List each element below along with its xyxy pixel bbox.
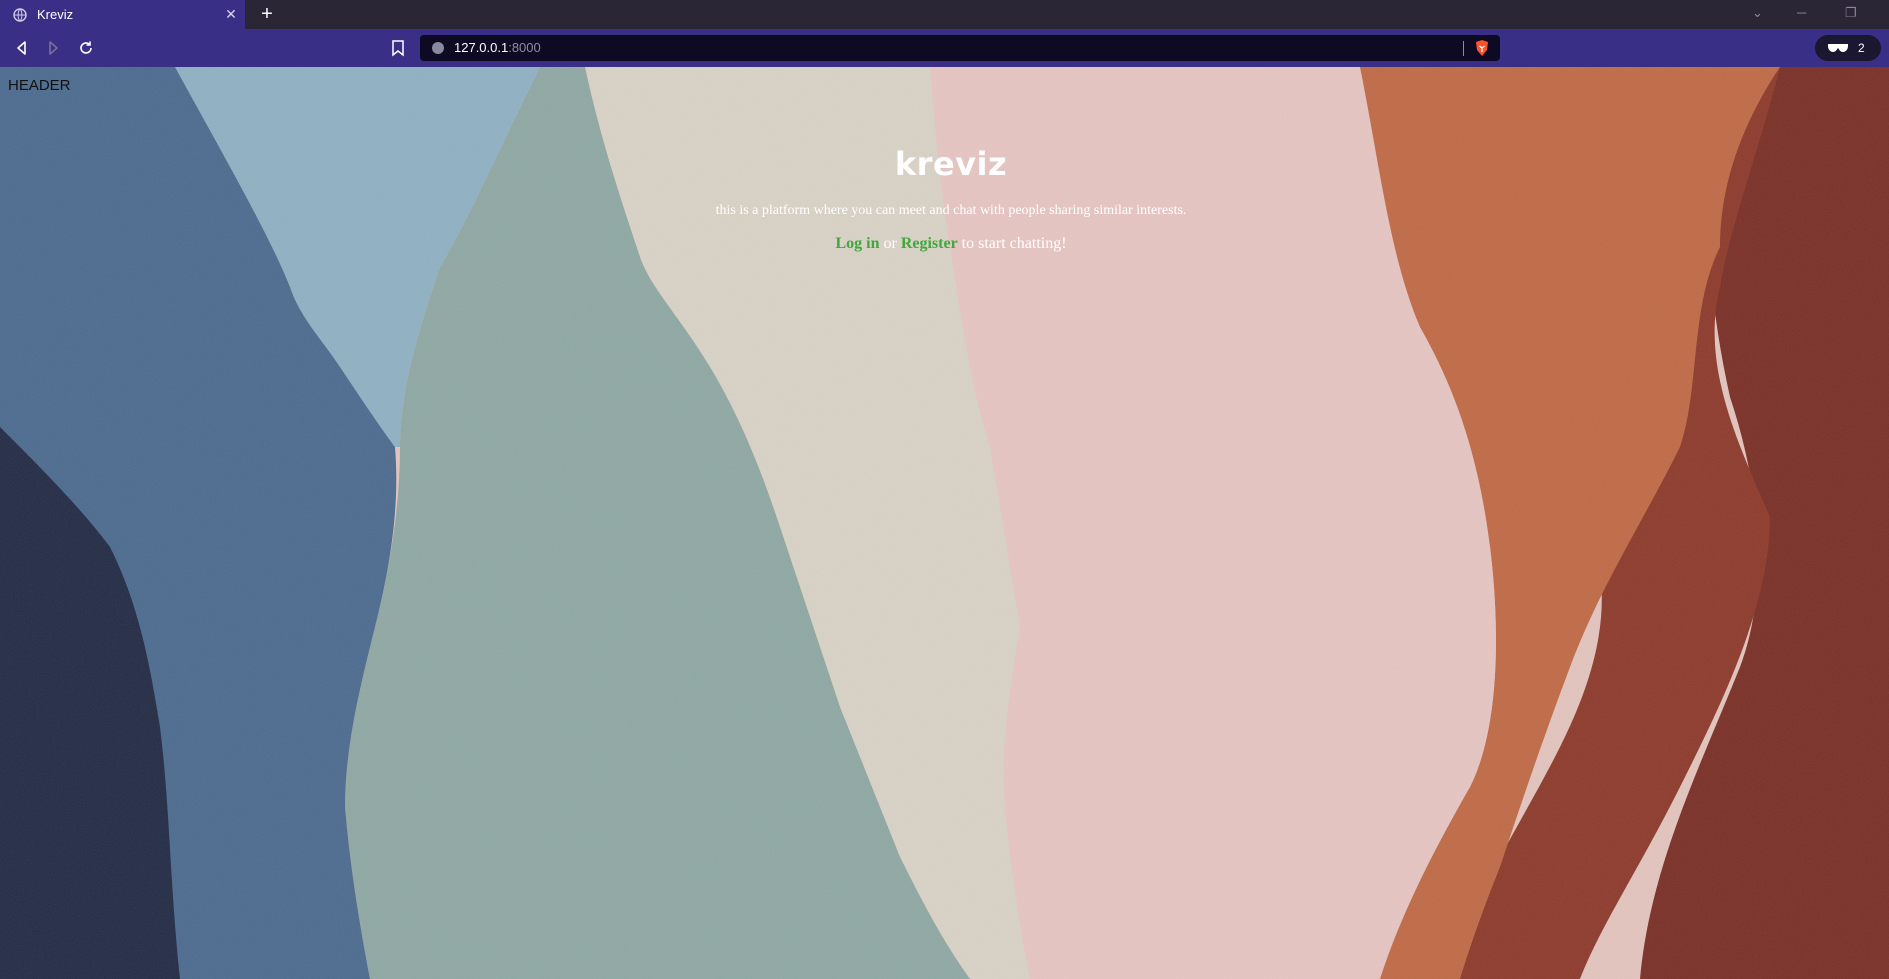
bookmark-icon[interactable] xyxy=(390,38,406,58)
header-placeholder: HEADER xyxy=(8,77,71,94)
address-bar[interactable]: 127.0.0.1:8000 xyxy=(420,35,1500,61)
brave-shield-icon[interactable] xyxy=(1474,39,1490,57)
tagline: this is a platform where you can meet an… xyxy=(715,203,1187,218)
tab-kreviz[interactable]: Kreviz ✕ xyxy=(0,0,245,29)
close-tab-icon[interactable]: ✕ xyxy=(217,6,245,23)
globe-icon xyxy=(13,7,27,22)
browser-toolbar: 127.0.0.1:8000 2 xyxy=(0,29,1889,67)
site-info-icon[interactable] xyxy=(432,42,444,54)
hero-section: kreviz this is a platform where you can … xyxy=(0,145,1889,253)
page-viewport: HEADER kreviz this is a platform where y… xyxy=(0,67,1889,979)
forward-icon[interactable] xyxy=(43,38,63,58)
reload-icon[interactable] xyxy=(76,38,96,58)
cta-suffix-text: to start chatting! xyxy=(961,235,1067,252)
tab-search-chevron-icon[interactable]: ⌄ xyxy=(1752,5,1763,21)
back-icon[interactable] xyxy=(12,38,32,58)
cta-or-text: or xyxy=(883,235,897,252)
private-glasses-icon xyxy=(1828,44,1848,52)
register-link[interactable]: Register xyxy=(901,235,958,252)
site-title: kreviz xyxy=(894,145,1008,183)
tab-title: Kreviz xyxy=(37,7,74,22)
restore-button[interactable]: ❐ xyxy=(1845,5,1857,21)
login-link[interactable]: Log in xyxy=(835,235,879,252)
address-divider xyxy=(1463,41,1464,56)
url-text: 127.0.0.1:8000 xyxy=(454,40,541,55)
tab-strip: Kreviz ✕ + ⌄ ─ ❐ xyxy=(0,0,1889,29)
private-windows-button[interactable]: 2 xyxy=(1815,35,1881,61)
call-to-action: Log in or Register to start chatting! xyxy=(0,235,1889,253)
minimize-button[interactable]: ─ xyxy=(1797,5,1806,20)
private-window-count: 2 xyxy=(1858,41,1865,55)
new-tab-button[interactable]: + xyxy=(256,3,278,25)
